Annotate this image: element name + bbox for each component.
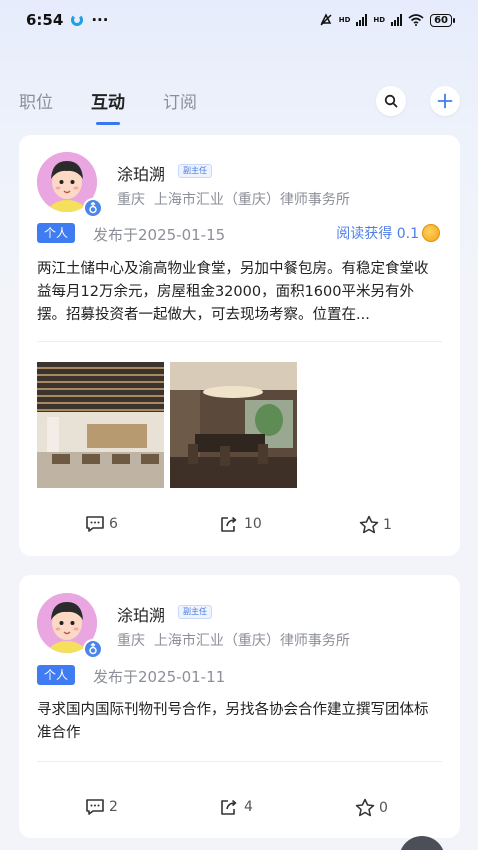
post-actions: 6 10 1 bbox=[19, 515, 460, 539]
status-time: 6:54 bbox=[26, 11, 64, 29]
floating-action-button[interactable] bbox=[399, 836, 445, 850]
tab-jobs[interactable]: 职位 bbox=[19, 88, 53, 113]
wifi-icon bbox=[408, 14, 424, 26]
share-icon bbox=[221, 799, 237, 815]
author-firm: 上海市汇业（重庆）律师事务所 bbox=[153, 633, 350, 649]
battery-icon: 60 bbox=[430, 13, 455, 27]
title-badge: 副主任 bbox=[178, 164, 212, 178]
title-badge: 副主任 bbox=[178, 605, 212, 619]
share-count: 4 bbox=[244, 799, 253, 815]
star-icon bbox=[355, 798, 375, 817]
signal-1-label: HD bbox=[338, 16, 351, 24]
add-button[interactable] bbox=[430, 86, 460, 116]
publish-date: 发布于2025-01-11 bbox=[93, 668, 226, 686]
read-reward: 阅读获得 0.1 bbox=[336, 223, 440, 243]
comment-button[interactable]: 6 bbox=[85, 515, 118, 533]
plus-icon bbox=[437, 93, 453, 109]
author-location: 重庆 bbox=[117, 192, 145, 208]
like-button[interactable]: 0 bbox=[355, 798, 388, 817]
author-firm: 上海市汇业（重庆）律师事务所 bbox=[153, 192, 350, 208]
male-icon bbox=[83, 198, 103, 218]
signal-1-icon bbox=[356, 14, 368, 26]
like-count: 0 bbox=[379, 799, 388, 816]
signal-2-label: HD bbox=[373, 16, 386, 24]
comment-button[interactable]: 2 bbox=[85, 798, 118, 816]
divider bbox=[37, 341, 442, 342]
author-avatar[interactable] bbox=[37, 152, 103, 218]
author-location: 重庆 bbox=[117, 633, 145, 649]
search-icon bbox=[384, 94, 398, 108]
author-name[interactable]: 涂珀溯 bbox=[117, 602, 165, 626]
status-more: ··· bbox=[91, 11, 109, 29]
personal-tag: 个人 bbox=[37, 223, 76, 243]
comment-icon bbox=[86, 799, 104, 815]
post-actions: 2 4 0 bbox=[19, 798, 460, 822]
author-name[interactable]: 涂珀溯 bbox=[117, 161, 165, 185]
share-button[interactable]: 4 bbox=[220, 798, 253, 816]
mute-icon bbox=[320, 13, 332, 26]
like-count: 1 bbox=[383, 516, 392, 533]
male-icon bbox=[83, 639, 103, 659]
tab-interaction[interactable]: 互动 bbox=[91, 88, 125, 113]
read-reward-text: 阅读获得 0.1 bbox=[336, 226, 419, 242]
post-content[interactable]: 两江土储中心及渝高物业食堂，另加中餐包房。有稳定食堂收益每月12万余元，房屋租金… bbox=[37, 258, 442, 327]
post-photo-private-room[interactable] bbox=[170, 362, 297, 488]
divider bbox=[37, 761, 442, 762]
comment-icon bbox=[86, 516, 104, 532]
post-card[interactable]: 涂珀溯 副主任 重庆 上海市汇业（重庆）律师事务所 个人 发布于2025-01-… bbox=[19, 135, 460, 556]
app-notification-icon bbox=[71, 14, 84, 26]
personal-tag: 个人 bbox=[37, 665, 76, 685]
tab-bar: 职位 互动 订阅 bbox=[0, 78, 478, 126]
star-icon bbox=[359, 515, 379, 534]
share-icon bbox=[221, 516, 237, 532]
share-button[interactable]: 10 bbox=[220, 515, 262, 533]
post-photo-canteen[interactable] bbox=[37, 362, 164, 488]
share-count: 10 bbox=[244, 516, 262, 532]
status-bar: 6:54 ··· HD HD 60 bbox=[0, 0, 478, 40]
comment-count: 2 bbox=[109, 799, 118, 815]
author-org: 重庆 上海市汇业（重庆）律师事务所 bbox=[117, 630, 350, 650]
post-content[interactable]: 寻求国内国际刊物刊号合作，另找各协会合作建立撰写团体标准合作 bbox=[37, 699, 442, 745]
author-org: 重庆 上海市汇业（重庆）律师事务所 bbox=[117, 189, 350, 209]
active-tab-indicator bbox=[96, 122, 120, 125]
signal-2-icon bbox=[391, 14, 403, 26]
post-card[interactable]: 涂珀溯 副主任 重庆 上海市汇业（重庆）律师事务所 个人 发布于2025-01-… bbox=[19, 575, 460, 838]
publish-date: 发布于2025-01-15 bbox=[93, 226, 226, 244]
comment-count: 6 bbox=[109, 516, 118, 532]
search-button[interactable] bbox=[376, 86, 406, 116]
author-avatar[interactable] bbox=[37, 593, 103, 659]
like-button[interactable]: 1 bbox=[359, 515, 392, 534]
coin-icon bbox=[422, 224, 440, 242]
tab-subscription[interactable]: 订阅 bbox=[163, 88, 197, 113]
